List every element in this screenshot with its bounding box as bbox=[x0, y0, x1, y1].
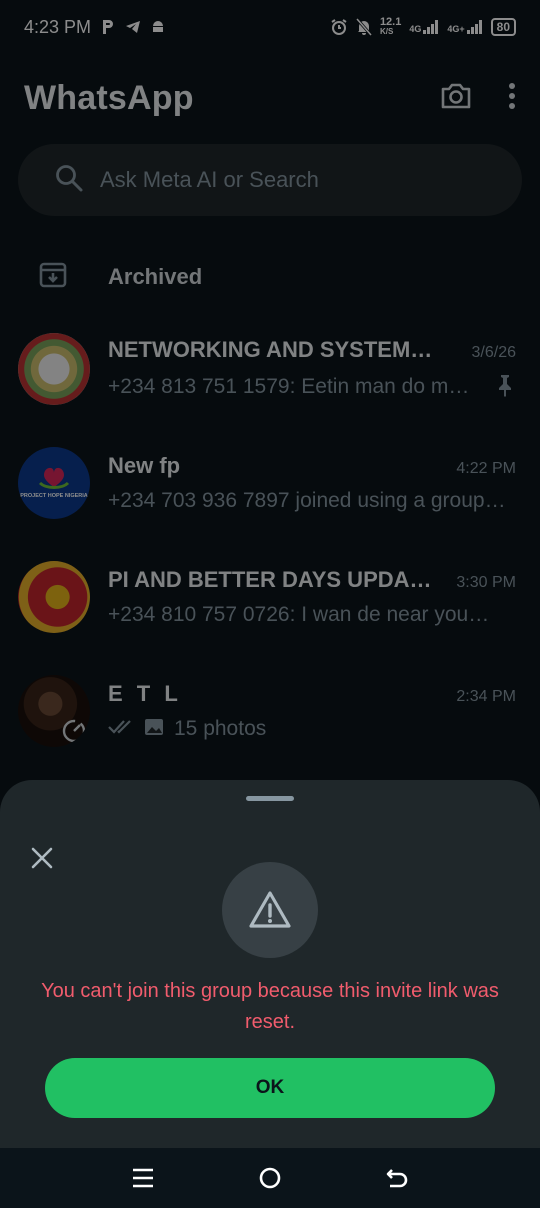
bottom-sheet-dialog: You can't join this group because this i… bbox=[0, 780, 540, 1148]
warning-badge bbox=[222, 862, 318, 958]
error-message: You can't join this group because this i… bbox=[41, 980, 499, 1033]
system-nav-bar bbox=[0, 1148, 540, 1208]
drag-handle[interactable] bbox=[246, 796, 294, 801]
home-button[interactable] bbox=[240, 1148, 300, 1208]
home-circle-icon bbox=[259, 1167, 281, 1189]
recents-button[interactable] bbox=[113, 1148, 173, 1208]
back-icon bbox=[386, 1169, 407, 1188]
warning-icon bbox=[249, 891, 291, 928]
back-button[interactable] bbox=[367, 1148, 427, 1208]
close-button[interactable] bbox=[26, 842, 58, 874]
ok-button[interactable]: OK bbox=[45, 1058, 495, 1118]
menu-icon bbox=[133, 1168, 154, 1188]
close-icon bbox=[31, 847, 53, 869]
